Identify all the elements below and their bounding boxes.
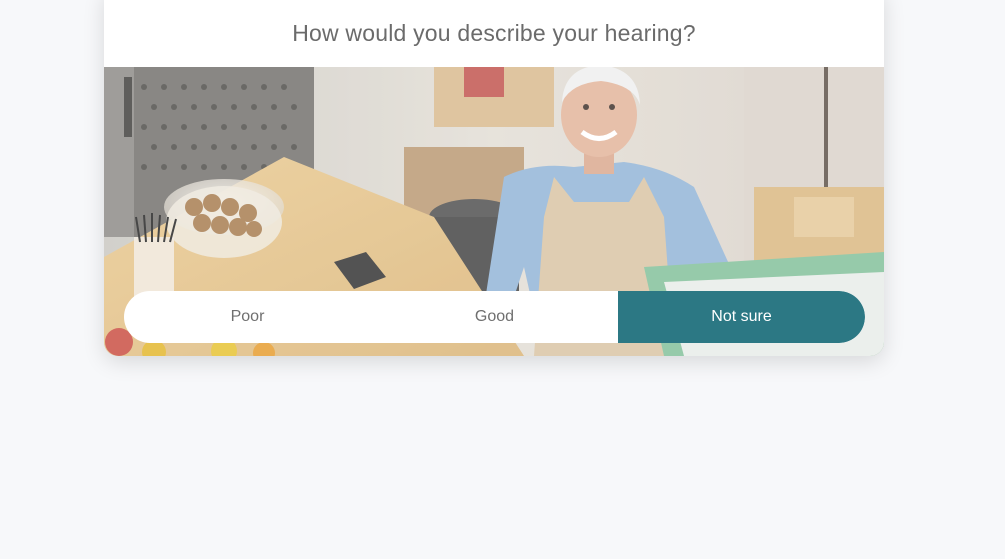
option-not-sure-button[interactable]: Not sure <box>618 291 865 343</box>
answer-options: Poor Good Not sure <box>124 291 865 343</box>
survey-card: How would you describe your hearing? Poo… <box>104 0 884 356</box>
question-title: How would you describe your hearing? <box>292 20 696 46</box>
option-good-button[interactable]: Good <box>371 291 618 343</box>
option-poor-button[interactable]: Poor <box>124 291 371 343</box>
